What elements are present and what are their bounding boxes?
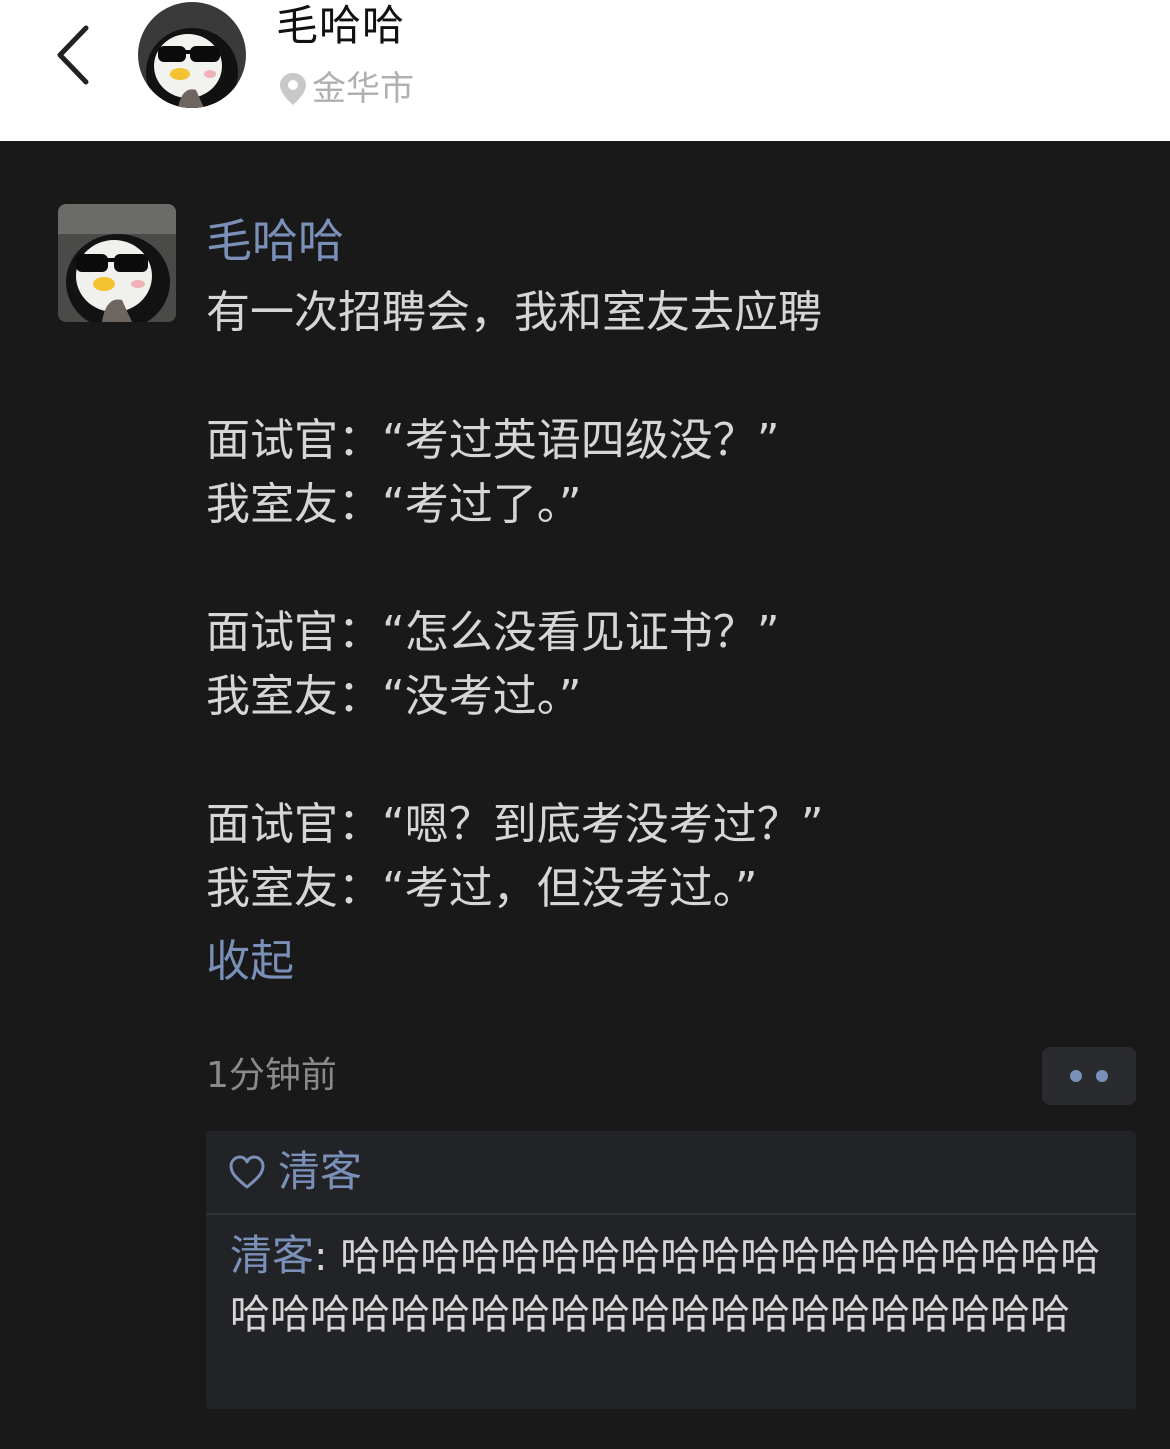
comment-item[interactable]: 清客: 哈哈哈哈哈哈哈哈哈哈哈哈哈哈哈哈哈哈哈哈哈哈哈哈哈哈哈哈哈哈哈哈哈哈哈哈… (230, 1227, 1126, 1344)
content-line: 有一次招聘会，我和室友去应聘 (206, 287, 822, 338)
header-location: 金华市 (278, 68, 414, 110)
moment-post: 毛哈哈 有一次招聘会，我和室友去应聘 面试官：“考过英语四级没？” 我室友：“考… (0, 141, 1170, 1449)
header-username: 毛哈哈 (276, 1, 406, 50)
dot-icon (1096, 1070, 1108, 1082)
post-avatar[interactable] (58, 204, 176, 322)
content-line: 面试官：“考过英语四级没？” (206, 415, 780, 466)
comment-separator: : (314, 1234, 341, 1280)
dot-icon (1070, 1070, 1082, 1082)
liker-name[interactable]: 清客 (278, 1146, 362, 1198)
post-author-name[interactable]: 毛哈哈 (206, 213, 344, 269)
interaction-panel: 清客 清客: 哈哈哈哈哈哈哈哈哈哈哈哈哈哈哈哈哈哈哈哈哈哈哈哈哈哈哈哈哈哈哈哈哈… (206, 1131, 1136, 1409)
content-line: 我室友：“考过了。” (206, 479, 582, 530)
content-line: 我室友：“没考过。” (206, 671, 582, 722)
post-timestamp: 1分钟前 (206, 1055, 337, 1096)
content-line: 我室友：“考过，但没考过。” (206, 863, 758, 914)
content-line: 面试官：“怎么没看见证书？” (206, 607, 780, 658)
post-content: 有一次招聘会，我和室友去应聘 面试官：“考过英语四级没？” 我室友：“考过了。”… (206, 281, 1136, 921)
comment-author[interactable]: 清客 (230, 1231, 314, 1280)
location-text: 金华市 (312, 69, 414, 109)
back-arrow-icon[interactable] (48, 20, 98, 90)
heart-icon (229, 1155, 265, 1189)
likes-row: 清客 (206, 1131, 1136, 1215)
header-avatar[interactable] (138, 2, 246, 108)
more-actions-button[interactable] (1042, 1047, 1136, 1105)
comment-text: 哈哈哈哈哈哈哈哈哈哈哈哈哈哈哈哈哈哈哈哈哈哈哈哈哈哈哈哈哈哈哈哈哈哈哈哈哈哈哈哈 (230, 1234, 1101, 1338)
content-line (206, 729, 1136, 793)
content-line: 面试官：“嗯？到底考没考过？” (206, 799, 824, 850)
content-line (206, 345, 1136, 409)
collapse-link[interactable]: 收起 (206, 931, 294, 993)
top-bar: 毛哈哈 金华市 (0, 0, 1170, 141)
content-line (206, 537, 1136, 601)
location-pin-icon (280, 73, 306, 105)
